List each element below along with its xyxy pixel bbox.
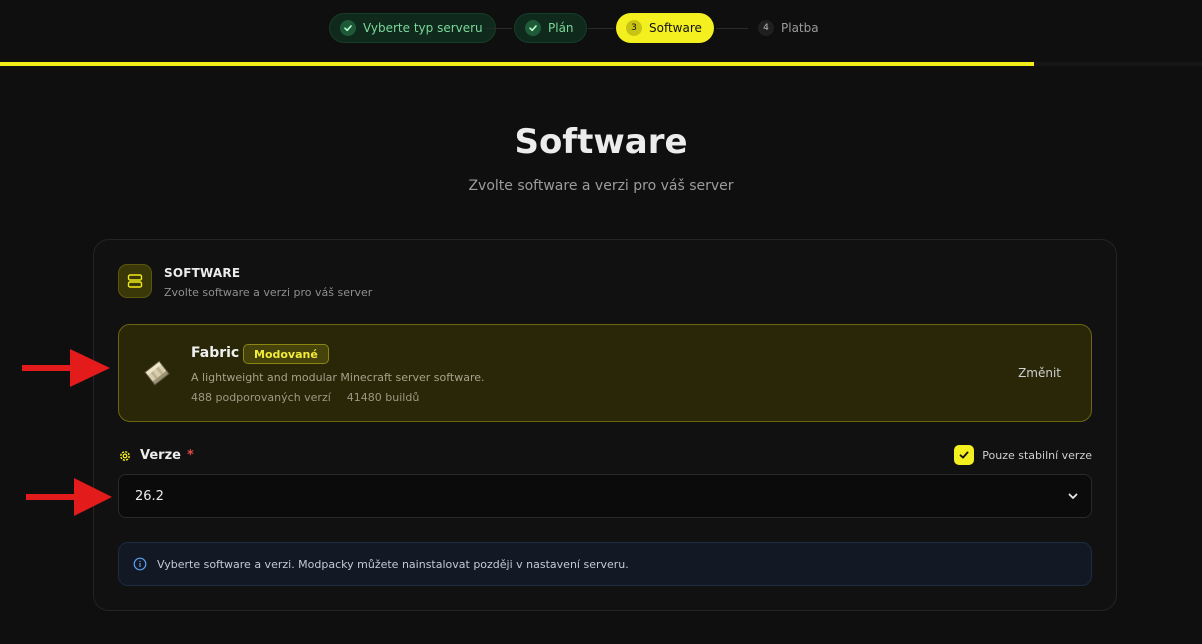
software-description: A lightweight and modular Minecraft serv… [191,371,485,384]
info-icon [133,557,147,571]
stable-only-toggle[interactable]: Pouze stabilní verze [954,445,1092,465]
step-payment[interactable]: 4 Platba [748,13,829,43]
red-arrow-icon [22,349,110,387]
section-title: SOFTWARE [164,266,241,280]
version-label: Verze * [118,448,194,463]
checkbox-checked-icon[interactable] [954,445,975,465]
step-server-type[interactable]: Vyberte typ serveru [329,13,496,43]
step-label: Platba [781,21,819,35]
software-name: Fabric [191,345,240,361]
step-connector [716,28,748,29]
step-label: Plán [548,21,574,35]
page-title: Software [514,122,688,162]
selected-software[interactable]: Fabric Modované A lightweight and modula… [118,324,1092,422]
software-badge: Modované [243,344,329,364]
step-connector [486,28,512,29]
stable-only-label: Pouze stabilní verze [982,448,1092,462]
change-software-button[interactable]: Změnit [1018,366,1061,380]
version-select[interactable]: 26.2 [118,474,1092,518]
software-card: SOFTWARE Zvolte software a verzi pro váš… [93,239,1117,611]
page-subtitle: Zvolte software a verzi pro váš server [468,178,734,194]
step-number: 4 [758,20,774,36]
step-plan[interactable]: Plán [514,13,587,43]
required-marker: * [186,448,194,463]
progress-fill [0,62,1034,66]
step-label: Software [649,21,702,35]
check-icon [340,20,356,36]
section-subtitle: Zvolte software a verzi pro váš server [164,286,373,299]
info-alert: Vyberte software a verzi. Modpacky můžet… [118,542,1092,586]
versions-count: 488 podporovaných verzí [191,391,331,404]
red-arrow-icon [26,478,112,516]
server-stack-icon [118,264,152,298]
step-connector [588,28,614,29]
check-icon [525,20,541,36]
fabric-logo-icon [139,355,175,391]
software-meta: 488 podporovaných verzí 41480 buildů [191,391,419,404]
builds-count: 41480 buildů [346,391,420,404]
stepper: Vyberte typ serveru Plán 3 Software 4 Pl… [0,0,1202,63]
step-software[interactable]: 3 Software [616,13,714,43]
step-label: Vyberte typ serveru [363,21,483,35]
chevron-down-icon [1067,490,1079,502]
info-text: Vyberte software a verzi. Modpacky můžet… [157,557,629,571]
gear-icon [118,449,132,463]
version-label-text: Verze [140,448,181,463]
version-select-value: 26.2 [135,488,164,504]
progress-track [0,62,1202,66]
step-number: 3 [626,20,642,36]
